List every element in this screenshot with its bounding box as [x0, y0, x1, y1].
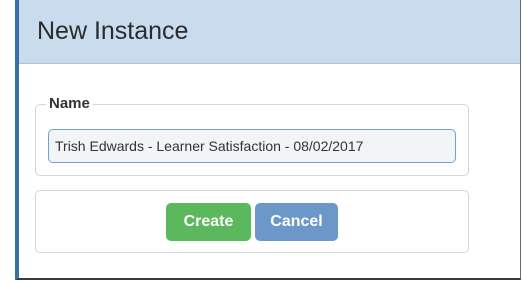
create-button[interactable]: Create	[166, 202, 251, 241]
dialog-title: New Instance	[37, 17, 189, 45]
cancel-button[interactable]: Cancel	[255, 202, 338, 241]
dialog-header: New Instance	[19, 0, 520, 64]
name-legend: Name	[46, 95, 93, 113]
name-fieldset: Name	[35, 95, 469, 176]
dialog-actions: Create Cancel	[35, 190, 469, 253]
name-input[interactable]	[48, 129, 456, 163]
